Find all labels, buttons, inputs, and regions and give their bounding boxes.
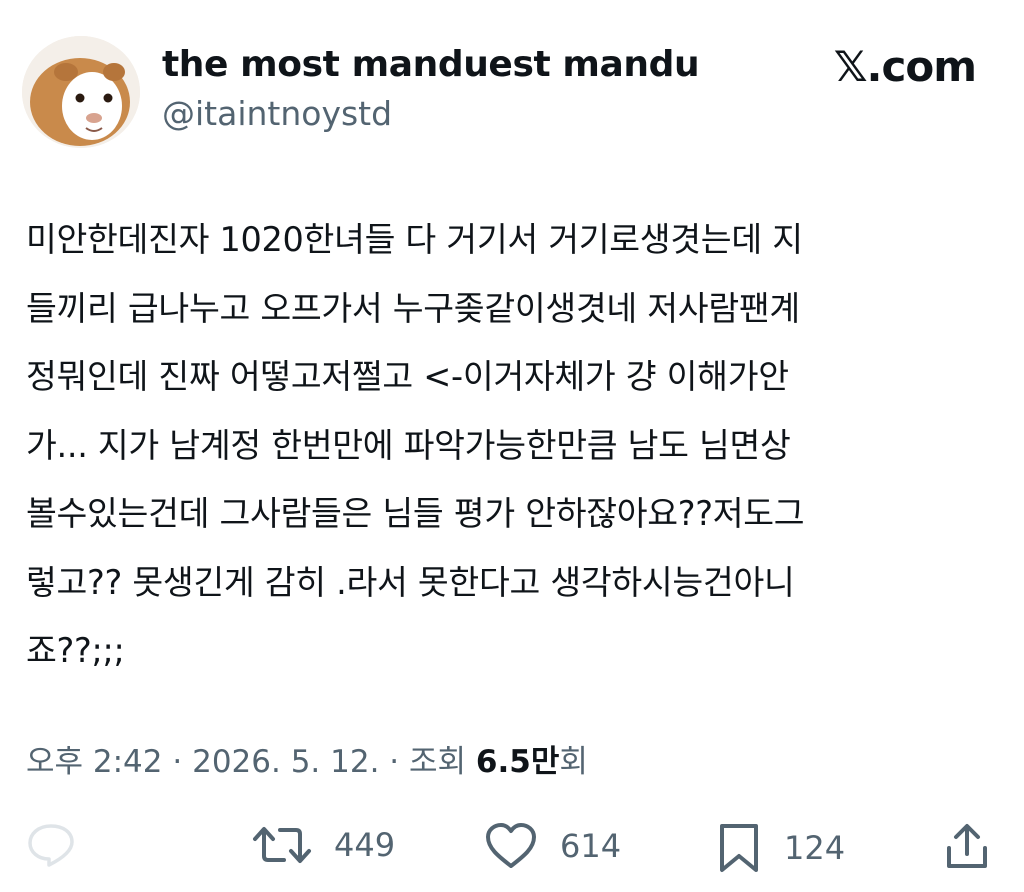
meta-separator: · [389,744,400,780]
bookmark-icon [720,824,758,872]
tweet-date[interactable]: 2026. 5. 12. [192,744,379,780]
tweet-line: 렇고?? 못생긴게 감히 .라서 못한다고 생각하시능건아니 [26,562,795,602]
views-count: 6.5만 [475,744,560,780]
reply-icon [28,824,74,867]
retweet-count: 449 [334,826,396,864]
tweet-line: 가... 지가 남계정 한번만에 파악가능한만큼 남도 님면상 [26,425,791,465]
avatar[interactable] [22,36,140,148]
guinea-pig-avatar-icon [22,36,140,148]
tweet-line: 죠??;;; [26,631,125,670]
heart-icon [486,823,536,868]
share-icon [947,824,987,868]
tweet-meta: 오후 2:42 · 2026. 5. 12. · 조회 6.5만회 [26,736,588,781]
bookmark-count: 124 [784,829,846,867]
author-handle[interactable]: @itaintnoystd [162,94,392,133]
tweet-line: 들끼리 급나누고 오프가서 누구좆같이생겻네 저사람팬계 [26,288,800,328]
tweet-text: 미안한데진자 1020한녀들 다 거기서 거기로생겻는데 지 들끼리 급나누고 … [26,206,1001,686]
bookmark-button[interactable]: 124 [716,822,845,874]
views-suffix: 회 [559,744,588,780]
retweet-icon [253,827,311,863]
share-button[interactable] [944,822,990,872]
meta-separator: · [172,744,183,780]
action-bar: 449 614 124 [0,812,1024,882]
reply-button[interactable] [26,822,76,868]
retweet-button[interactable]: 449 [252,822,395,868]
site-logo: 𝕏.com [833,42,977,91]
tweet-line: 미안한데진자 1020한녀들 다 거기서 거기로생겻는데 지 [26,220,803,259]
author-display-name[interactable]: the most manduest mandu [162,44,700,85]
like-button[interactable]: 614 [484,822,621,870]
tweet-line: 정뭐인데 진짜 어떻고저쩔고 <-이거자체가 걍 이해가안 [26,357,789,396]
views-prefix: 조회 [409,744,467,780]
like-count: 614 [560,827,622,865]
tweet-time[interactable]: 오후 2:42 [26,744,163,780]
tweet-line: 볼수있는건데 그사람들은 님들 평가 안하잖아요??저도그 [26,494,805,533]
